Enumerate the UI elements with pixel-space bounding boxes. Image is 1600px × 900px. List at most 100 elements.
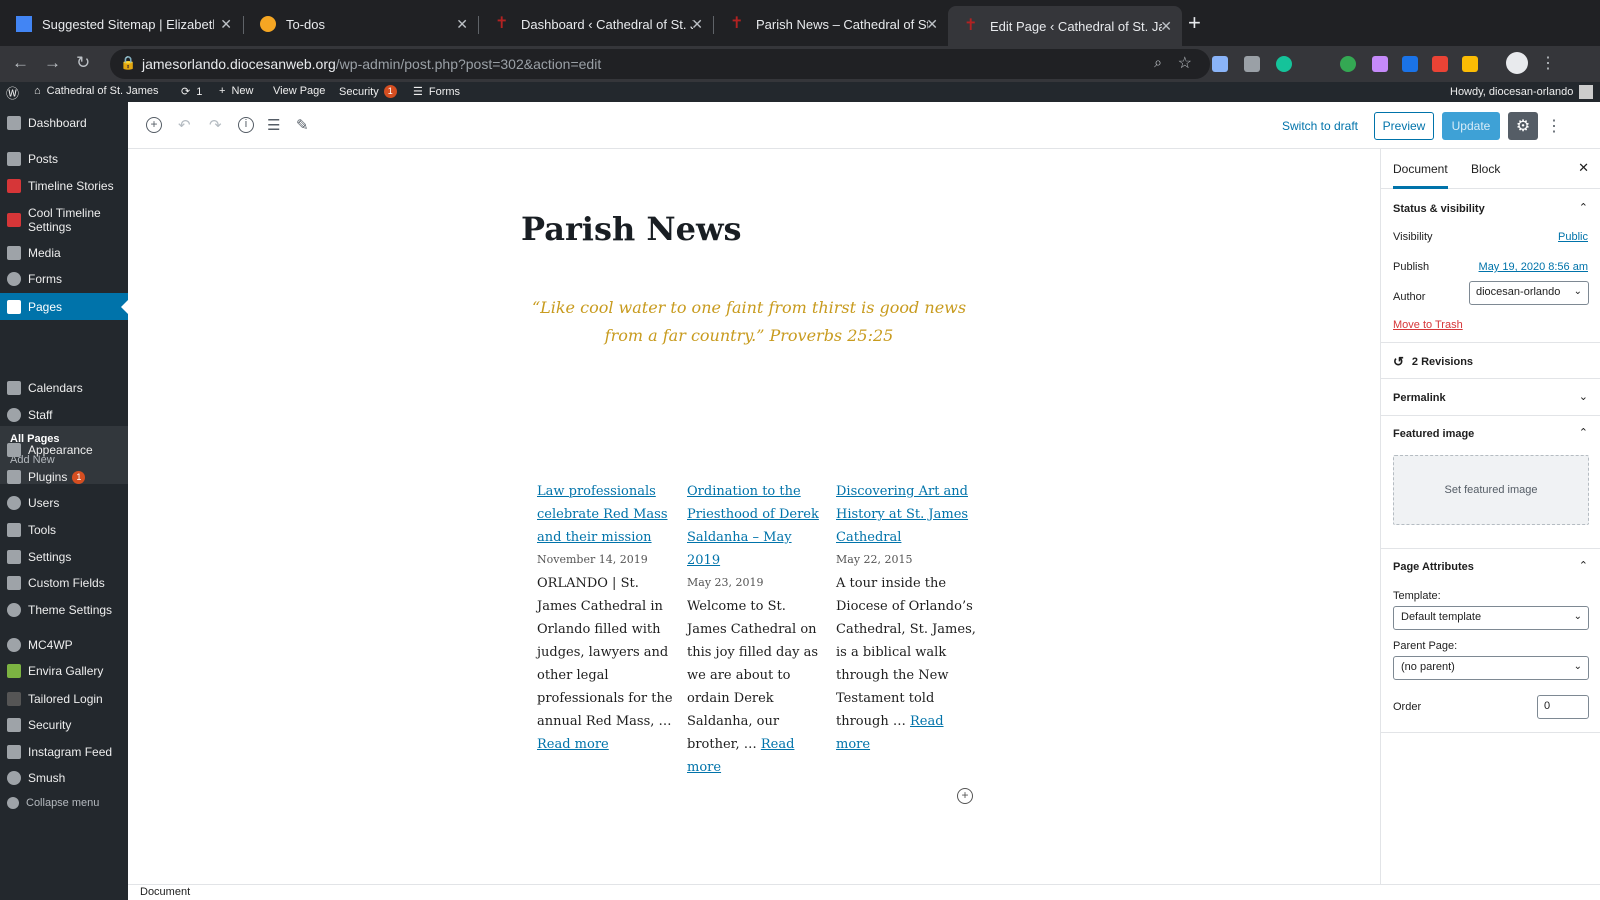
undo-icon[interactable]: ↶ [178,116,191,134]
sidebar-item-smush[interactable]: Smush [0,771,128,785]
sidebar-item-media[interactable]: Media [0,246,128,260]
update-button[interactable]: Update [1442,112,1500,140]
sidebar-item-mc4wp[interactable]: MC4WP [0,638,128,652]
switch-to-draft-button[interactable]: Switch to draft [1280,112,1360,140]
parent-page-select[interactable]: (no parent) ⌄ [1393,656,1589,680]
address-bar[interactable]: 🔒 jamesorlando.diocesanweb.org/wp-admin/… [110,49,1210,79]
settings-gear-icon[interactable]: ⚙ [1508,112,1538,140]
chevron-up-icon[interactable]: ⌃ [1579,426,1588,439]
custom-fields-icon [7,576,21,590]
chevron-down-icon[interactable]: ⌄ [1579,390,1588,403]
zoom-icon[interactable]: ⌕ [1154,54,1162,71]
extension-grammarly-icon[interactable] [1276,56,1292,72]
close-tab-icon[interactable]: ✕ [456,16,468,33]
section-permalink[interactable]: Permalink [1393,392,1446,404]
read-more-link[interactable]: Read more [537,737,609,752]
sidebar-item-theme-settings[interactable]: Theme Settings [0,603,128,617]
browser-tab[interactable]: Suggested Sitemap | Elizabeth ✕ [0,8,242,40]
section-page-attributes[interactable]: Page Attributes [1393,561,1474,573]
add-block-icon[interactable]: + [957,788,973,804]
edit-pencil-icon[interactable]: ✎ [296,116,309,134]
updates-link[interactable]: ⟳ 1 [181,85,202,99]
sidebar-item-timeline-stories[interactable]: Timeline Stories [0,179,128,193]
extension-green-icon[interactable] [1340,56,1356,72]
outline-icon[interactable]: ☰ [267,116,280,134]
browser-tab-active[interactable]: ✝ Edit Page ‹ Cathedral of St. Jar ✕ [948,6,1182,46]
close-tab-icon[interactable]: ✕ [691,16,703,33]
post-date: May 22, 2015 [836,553,913,566]
view-page-link[interactable]: View Page [273,85,325,97]
sidebar-item-plugins[interactable]: Plugins 1 [0,470,128,484]
security-link[interactable]: Security 1 [339,85,397,98]
close-tab-icon[interactable]: ✕ [1160,18,1172,35]
forms-link[interactable]: ☰ Forms [413,85,460,99]
howdy-account-link[interactable]: Howdy, diocesan-orlando [1450,85,1594,99]
set-featured-image-button[interactable]: Set featured image [1393,455,1589,525]
browser-tab[interactable]: ✝ Dashboard ‹ Cathedral of St. Ja ✕ [479,8,713,40]
close-tab-icon[interactable]: ✕ [220,16,232,33]
sidebar-item-appearance[interactable]: Appearance [0,443,128,457]
close-tab-icon[interactable]: ✕ [926,16,938,33]
sidebar-item-pages[interactable]: Pages [0,293,128,320]
forward-icon[interactable]: → [44,53,61,73]
tab-document[interactable]: Document [1393,162,1448,189]
site-name-link[interactable]: ⌂ Cathedral of St. James [34,85,159,97]
extension-camera-icon[interactable] [1244,56,1260,72]
extension-photos-icon[interactable] [1212,56,1228,72]
sidebar-item-instagram-feed[interactable]: Instagram Feed [0,745,128,759]
revisions-link[interactable]: ↺ 2 Revisions [1393,354,1473,370]
new-tab-icon[interactable]: + [1188,10,1201,36]
chevron-up-icon[interactable]: ⌃ [1579,559,1588,572]
extension-yellow-icon[interactable] [1462,56,1478,72]
collapse-menu-button[interactable]: Collapse menu [0,797,128,809]
sidebar-item-forms[interactable]: Forms [0,272,128,286]
chevron-up-icon[interactable]: ⌃ [1579,201,1588,214]
sidebar-item-tools[interactable]: Tools [0,523,128,537]
extension-pen-icon[interactable] [1372,56,1388,72]
back-icon[interactable]: ← [12,53,29,73]
profile-avatar[interactable] [1506,52,1528,74]
post-title-link[interactable]: Ordination to the Priesthood of Derek Sa… [687,480,827,572]
browser-tab[interactable]: ✝ Parish News – Cathedral of St. ✕ [714,8,948,40]
more-options-icon[interactable]: ⋮ [1544,112,1564,140]
section-featured-image[interactable]: Featured image [1393,428,1474,440]
close-icon[interactable]: ✕ [1578,160,1589,176]
preview-button[interactable]: Preview [1374,112,1434,140]
info-icon[interactable]: i [238,117,254,133]
sidebar-item-calendars[interactable]: Calendars [0,381,128,395]
post-title-link[interactable]: Discovering Art and History at St. James… [836,480,976,549]
author-select[interactable]: diocesan-orlando ⌄ [1469,281,1589,305]
quote-block[interactable]: “Like cool water to one faint from thirs… [514,294,984,350]
post-excerpt: Welcome to St. James Cathedral on this j… [687,599,818,775]
sidebar-item-settings[interactable]: Settings [0,550,128,564]
template-select[interactable]: Default template ⌄ [1393,606,1589,630]
browser-menu-icon[interactable]: ⋮ [1540,53,1556,73]
order-input[interactable]: 0 [1537,695,1589,719]
publish-date-link[interactable]: May 19, 2020 8:56 am [1479,261,1588,273]
tab-block[interactable]: Block [1471,162,1500,176]
visibility-link[interactable]: Public [1558,231,1588,243]
redo-icon[interactable]: ↷ [209,116,222,134]
sidebar-item-staff[interactable]: Staff [0,408,128,422]
sidebar-item-users[interactable]: Users [0,496,128,510]
sidebar-item-security[interactable]: Security [0,718,128,732]
sidebar-item-dashboard[interactable]: Dashboard [0,116,128,130]
sidebar-item-envira-gallery[interactable]: Envira Gallery [0,664,128,678]
sidebar-item-cool-timeline-settings[interactable]: Cool Timeline Settings [0,206,128,234]
page-title[interactable]: Parish News [521,210,742,248]
reload-icon[interactable]: ↻ [76,53,90,73]
browser-tab[interactable]: To-dos ✕ [244,8,478,40]
bookmark-star-icon[interactable]: ☆ [1178,53,1192,73]
sidebar-item-tailored-login[interactable]: Tailored Login [0,692,128,706]
extension-red-icon[interactable] [1432,56,1448,72]
new-content-link[interactable]: + New [219,85,253,97]
wordpress-logo-icon[interactable]: Ⓦ [6,83,19,102]
section-status-visibility[interactable]: Status & visibility [1393,203,1485,215]
editor-footer-breadcrumb[interactable]: Document [128,884,1600,900]
sidebar-item-posts[interactable]: Posts [0,152,128,166]
extension-blue-icon[interactable] [1402,56,1418,72]
move-to-trash-link[interactable]: Move to Trash [1393,319,1463,331]
sidebar-item-custom-fields[interactable]: Custom Fields [0,576,128,590]
post-title-link[interactable]: Law professionals celebrate Red Mass and… [537,480,677,549]
add-block-icon[interactable]: + [146,117,162,133]
